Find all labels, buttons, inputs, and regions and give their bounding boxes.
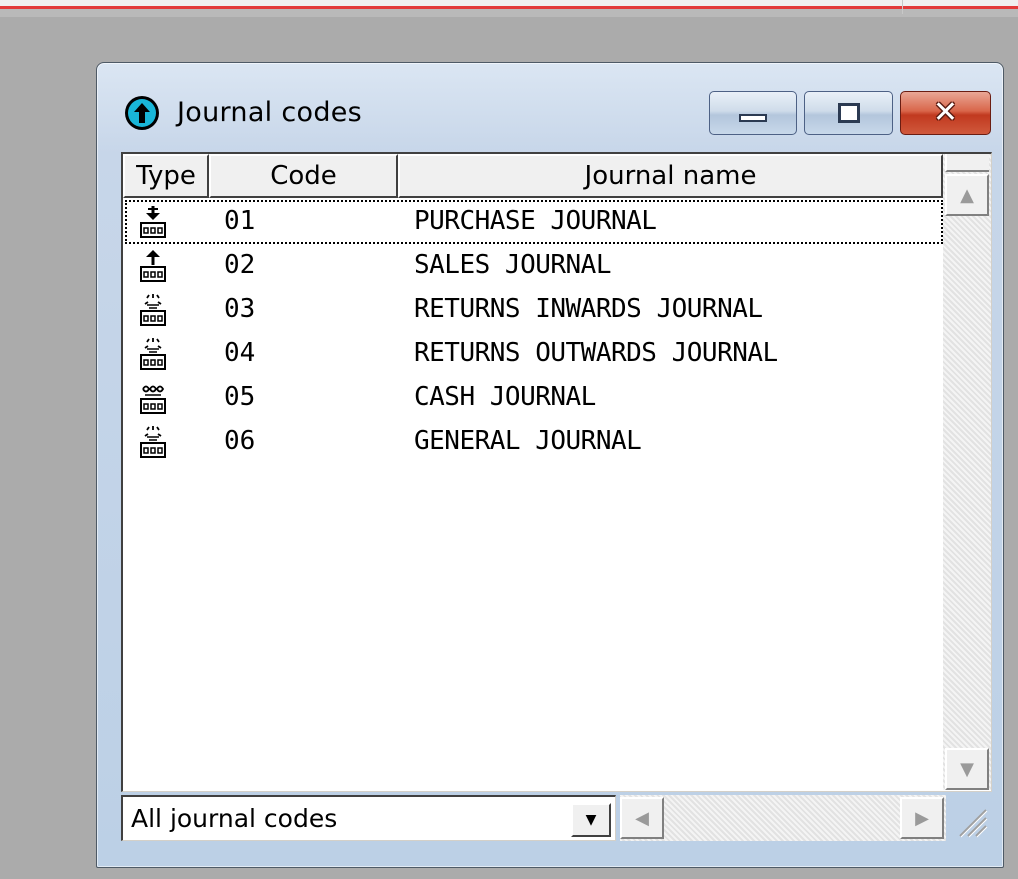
general-journal-icon (140, 426, 166, 458)
minimize-button[interactable] (709, 91, 797, 135)
row-code: 04 (224, 338, 256, 368)
scroll-left-button[interactable]: ◀ (620, 797, 664, 839)
arrow-up-icon: ▲ (960, 184, 974, 206)
dropdown-arrow-icon: ▼ (585, 812, 597, 828)
table-row[interactable]: 05 CASH JOURNAL (125, 376, 943, 420)
vertical-scrollbar[interactable]: ▲ ▼ (943, 154, 991, 790)
minimize-icon (739, 114, 767, 122)
column-header-code[interactable]: Code (209, 154, 398, 198)
journal-filter-combobox[interactable]: All journal codes ▼ (121, 795, 616, 841)
scrollbar-cap (945, 154, 989, 172)
restore-button[interactable] (804, 91, 893, 135)
scroll-down-button[interactable]: ▼ (945, 748, 989, 790)
row-journal-name: CASH JOURNAL (414, 382, 596, 412)
scroll-right-button[interactable]: ▶ (900, 797, 944, 839)
column-header-journal-name[interactable]: Journal name (398, 154, 943, 198)
column-header-type[interactable]: Type (123, 154, 209, 198)
row-journal-name: PURCHASE JOURNAL (414, 206, 657, 236)
filter-dropdown-button[interactable]: ▼ (571, 803, 611, 837)
returns-journal-icon (140, 294, 166, 326)
app-info-icon[interactable] (125, 96, 159, 130)
table-row[interactable]: 02 SALES JOURNAL (125, 244, 943, 288)
journal-codes-list[interactable]: Type Code Journal name 01 PURCHASE JOURN… (121, 152, 992, 792)
resize-grip-icon[interactable] (950, 800, 990, 840)
row-code: 03 (224, 294, 256, 324)
scroll-up-button[interactable]: ▲ (945, 174, 989, 216)
row-journal-name: RETURNS OUTWARDS JOURNAL (414, 338, 778, 368)
returns-journal-icon (140, 338, 166, 370)
filter-value: All journal codes (131, 804, 338, 833)
arrow-down-icon: ▼ (960, 758, 974, 780)
arrow-left-icon: ◀ (635, 807, 649, 829)
table-row[interactable]: 04 RETURNS OUTWARDS JOURNAL (125, 332, 943, 376)
parent-divider (902, 0, 903, 14)
close-button[interactable]: ✕ (900, 91, 991, 135)
list-header: Type Code Journal name (123, 154, 943, 198)
row-journal-name: RETURNS INWARDS JOURNAL (414, 294, 763, 324)
parent-toolbar-edge (0, 9, 1018, 17)
row-journal-name: GENERAL JOURNAL (414, 426, 642, 456)
cash-journal-icon (140, 385, 166, 414)
table-row[interactable]: 03 RETURNS INWARDS JOURNAL (125, 288, 943, 332)
row-code: 02 (224, 250, 256, 280)
row-journal-name: SALES JOURNAL (414, 250, 612, 280)
row-code: 05 (224, 382, 256, 412)
purchase-journal-icon (140, 206, 166, 238)
restore-icon (837, 103, 860, 123)
close-icon: ✕ (932, 95, 959, 130)
window-title: Journal codes (177, 97, 363, 128)
arrow-right-icon: ▶ (915, 807, 929, 829)
table-row[interactable]: 01 PURCHASE JOURNAL (125, 200, 943, 244)
horizontal-scrollbar[interactable]: ◀ ▶ (620, 795, 946, 841)
table-row[interactable]: 06 GENERAL JOURNAL (125, 420, 943, 464)
row-code: 01 (224, 206, 256, 236)
sales-journal-icon (140, 250, 166, 282)
row-code: 06 (224, 426, 256, 456)
